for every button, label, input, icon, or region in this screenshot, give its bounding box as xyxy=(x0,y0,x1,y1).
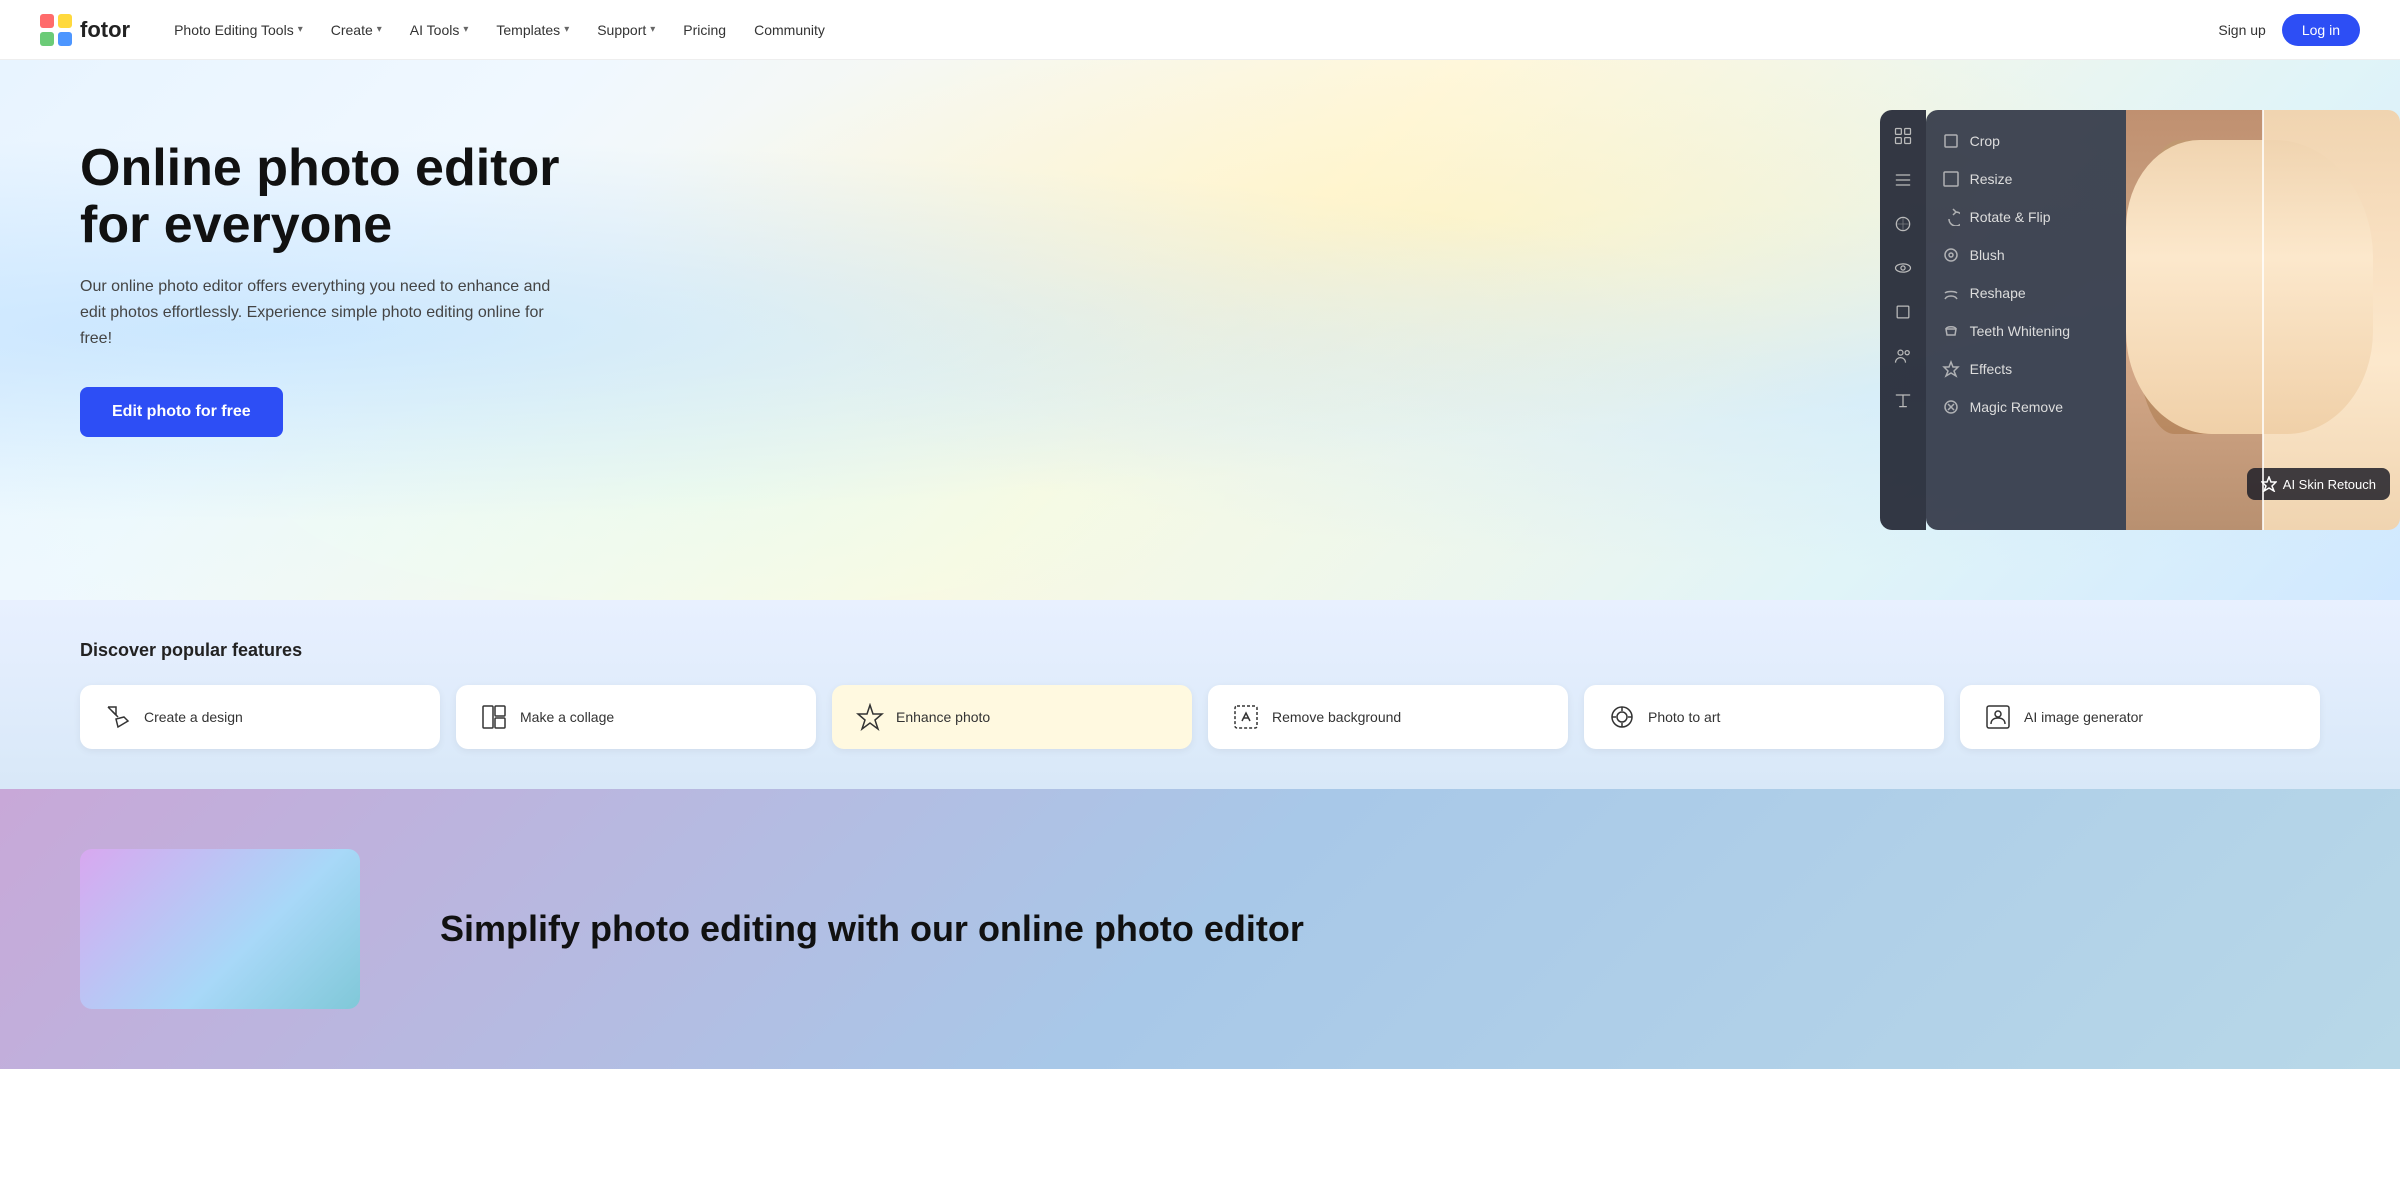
chevron-down-icon: ▾ xyxy=(298,24,303,35)
logo[interactable]: fotor xyxy=(40,14,130,46)
menu-resize[interactable]: Resize xyxy=(1926,160,2127,198)
art-icon xyxy=(1608,703,1636,731)
remove-bg-icon xyxy=(1232,703,1260,731)
feature-remove-bg-label: Remove background xyxy=(1272,709,1401,725)
face-after xyxy=(2263,110,2400,530)
nav-right: Sign up Log in xyxy=(2218,14,2360,46)
nav-templates[interactable]: Templates ▾ xyxy=(484,14,581,46)
features-grid: Create a design Make a collage Enhance p… xyxy=(80,685,2320,789)
editor-sidebar xyxy=(1880,110,1926,530)
menu-magic-remove[interactable]: Magic Remove xyxy=(1926,388,2127,426)
bottom-text: Simplify photo editing with our online p… xyxy=(440,907,1304,950)
enhance-icon xyxy=(856,703,884,731)
hero-title: Online photo editor for everyone xyxy=(80,140,570,254)
logo-icon xyxy=(40,14,72,46)
nav-items: Photo Editing Tools ▾ Create ▾ AI Tools … xyxy=(162,14,2218,46)
feature-photo-art[interactable]: Photo to art xyxy=(1584,685,1944,749)
sidebar-people-icon[interactable] xyxy=(1889,342,1917,370)
feature-create-design-label: Create a design xyxy=(144,709,243,725)
logo-text: fotor xyxy=(80,17,130,43)
hero-content: Online photo editor for everyone Our onl… xyxy=(0,60,650,497)
feature-collage-label: Make a collage xyxy=(520,709,614,725)
editor-mockup: Crop Resize Rotate & Flip Blush Reshape … xyxy=(1880,110,2400,530)
menu-rotate[interactable]: Rotate & Flip xyxy=(1926,198,2127,236)
editor-panel: Crop Resize Rotate & Flip Blush Reshape … xyxy=(1926,110,2127,530)
bottom-preview-image xyxy=(80,849,360,1009)
sidebar-crop-icon[interactable] xyxy=(1889,298,1917,326)
nav-support[interactable]: Support ▾ xyxy=(585,14,667,46)
chevron-down-icon: ▾ xyxy=(463,24,468,35)
sidebar-eye-icon[interactable] xyxy=(1889,254,1917,282)
nav-pricing[interactable]: Pricing xyxy=(671,14,738,46)
menu-teeth-whitening[interactable]: Teeth Whitening xyxy=(1926,312,2127,350)
sidebar-filter-icon[interactable] xyxy=(1889,210,1917,238)
sidebar-adjust-icon[interactable] xyxy=(1889,166,1917,194)
ai-skin-retouch-badge: AI Skin Retouch xyxy=(2247,468,2390,500)
features-title: Discover popular features xyxy=(80,640,2320,661)
design-icon xyxy=(104,703,132,731)
bottom-section: Simplify photo editing with our online p… xyxy=(0,789,2400,1069)
menu-reshape[interactable]: Reshape xyxy=(1926,274,2127,312)
navbar: fotor Photo Editing Tools ▾ Create ▾ AI … xyxy=(0,0,2400,60)
nav-ai-tools[interactable]: AI Tools ▾ xyxy=(398,14,481,46)
feature-remove-bg[interactable]: Remove background xyxy=(1208,685,1568,749)
collage-icon xyxy=(480,703,508,731)
feature-create-design[interactable]: Create a design xyxy=(80,685,440,749)
sidebar-grid-icon[interactable] xyxy=(1889,122,1917,150)
feature-enhance-label: Enhance photo xyxy=(896,709,990,725)
feature-collage[interactable]: Make a collage xyxy=(456,685,816,749)
bottom-title: Simplify photo editing with our online p… xyxy=(440,907,1304,950)
sign-up-link[interactable]: Sign up xyxy=(2218,22,2265,38)
hero-section: Online photo editor for everyone Our onl… xyxy=(0,60,2400,600)
nav-create[interactable]: Create ▾ xyxy=(319,14,394,46)
login-button[interactable]: Log in xyxy=(2282,14,2360,46)
chevron-down-icon: ▾ xyxy=(377,24,382,35)
menu-crop[interactable]: Crop xyxy=(1926,122,2127,160)
sidebar-text-icon[interactable] xyxy=(1889,386,1917,414)
feature-photo-art-label: Photo to art xyxy=(1648,709,1720,725)
features-section: Discover popular features Create a desig… xyxy=(0,600,2400,789)
nav-photo-editing-tools[interactable]: Photo Editing Tools ▾ xyxy=(162,14,315,46)
chevron-down-icon: ▾ xyxy=(564,24,569,35)
hero-description: Our online photo editor offers everythin… xyxy=(80,274,570,351)
feature-enhance[interactable]: Enhance photo xyxy=(832,685,1192,749)
nav-community[interactable]: Community xyxy=(742,14,837,46)
cta-button[interactable]: Edit photo for free xyxy=(80,387,283,437)
menu-effects[interactable]: Effects xyxy=(1926,350,2127,388)
editor-photo: AI Skin Retouch xyxy=(2126,110,2400,530)
feature-ai-image-label: AI image generator xyxy=(2024,709,2143,725)
chevron-down-icon: ▾ xyxy=(650,24,655,35)
menu-blush[interactable]: Blush xyxy=(1926,236,2127,274)
feature-ai-image[interactable]: AI image generator xyxy=(1960,685,2320,749)
ai-gen-icon xyxy=(1984,703,2012,731)
